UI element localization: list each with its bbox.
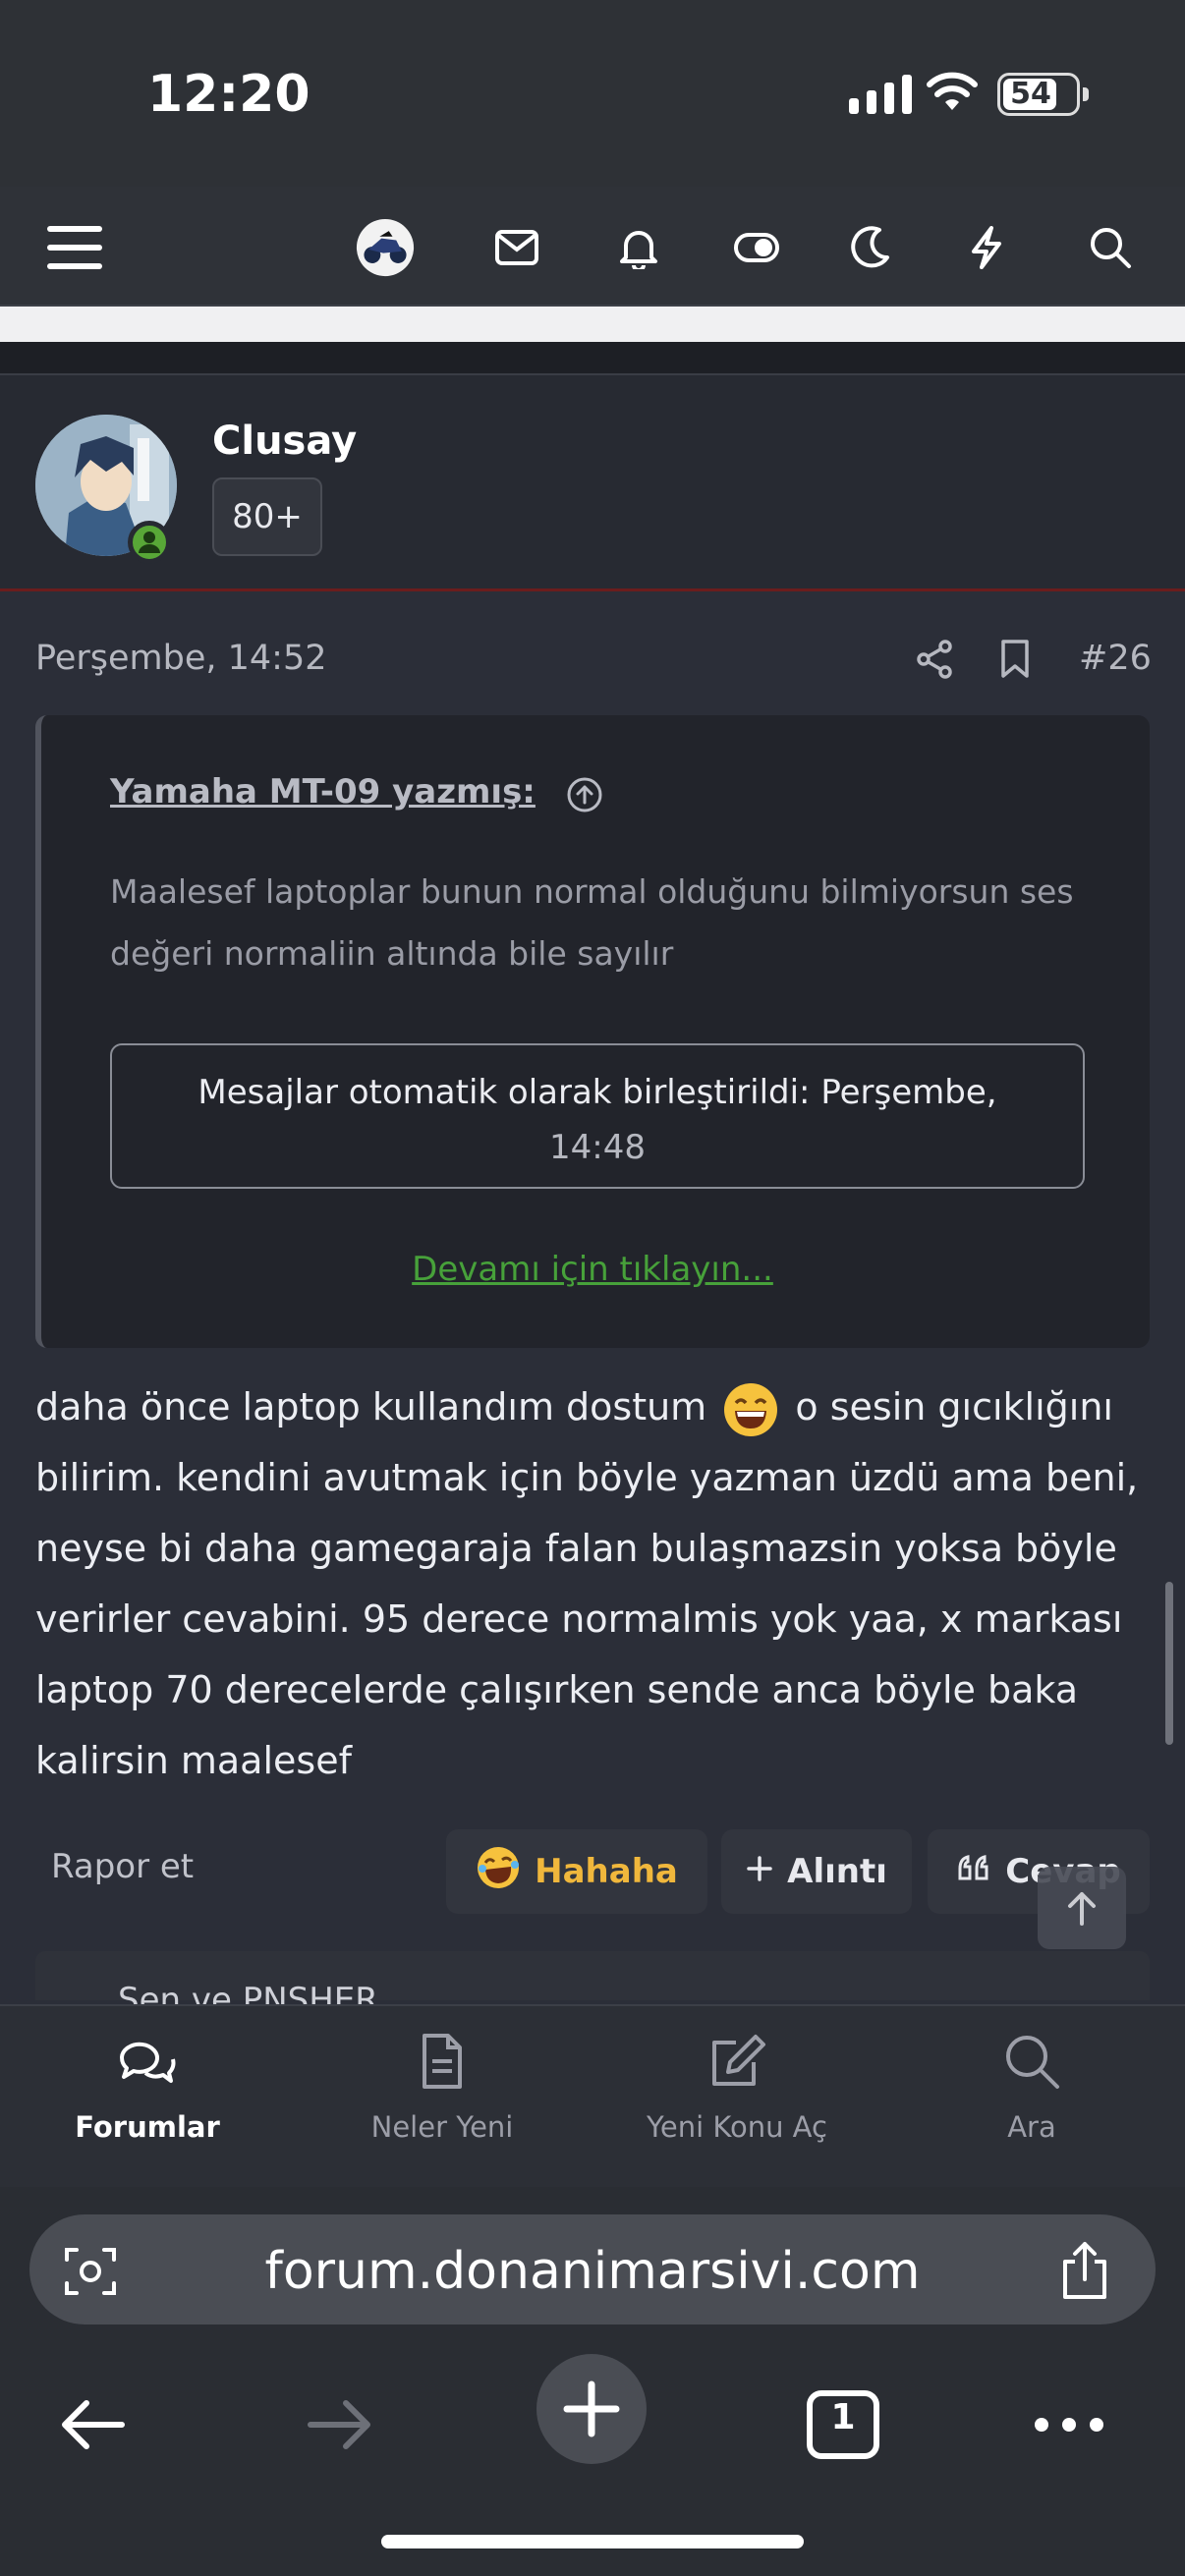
moon-icon[interactable] (841, 218, 900, 277)
merge-notice-time: 14:48 (549, 1128, 646, 1167)
rofl-emoji-icon (476, 1845, 521, 1899)
post-body-text-continued: o sesin gıcıklığını bilirim. kendini avu… (35, 1385, 1139, 1782)
search-icon[interactable] (1081, 218, 1140, 277)
wifi-icon (926, 71, 979, 116)
header-divider-dark (0, 342, 1185, 373)
tab-whats-new[interactable]: Neler Yeni (295, 2022, 590, 2144)
tab-new-thread[interactable]: Yeni Konu Aç (590, 2022, 884, 2144)
edit-icon (590, 2022, 884, 2100)
post-body-text: daha önce laptop kullandım dostum (35, 1385, 707, 1428)
quote-mark-icon (956, 1852, 991, 1891)
home-indicator[interactable] (381, 2535, 804, 2548)
menu-icon[interactable] (45, 218, 104, 277)
quote-author-link[interactable]: Yamaha MT-09 yazmış: (110, 772, 536, 812)
mail-icon[interactable] (487, 218, 546, 277)
quote-expand-link[interactable]: Devamı için tıklayın... (0, 1250, 1185, 1289)
post-date[interactable]: Perşembe, 14:52 (35, 639, 327, 678)
cellular-signal-icon (849, 73, 912, 114)
tab-label: Yeni Konu Aç (647, 2110, 827, 2144)
tab-label: Forumlar (75, 2110, 220, 2144)
tabs-count-button[interactable]: 1 (794, 2376, 892, 2474)
post-author-block (0, 373, 1185, 591)
chat-bubbles-icon (0, 2022, 295, 2100)
bookmark-icon[interactable] (998, 639, 1032, 684)
reaction-haha-button[interactable]: Hahaha (446, 1829, 707, 1914)
tab-label: Neler Yeni (370, 2110, 514, 2144)
forward-arrow-icon (291, 2376, 389, 2474)
document-icon (295, 2022, 590, 2100)
quote-text: Maalesef laptoplar bunun normal olduğunu… (110, 872, 1074, 973)
quote-button-label: Alıntı (787, 1852, 887, 1891)
battery-icon: 54 (997, 73, 1089, 116)
search-icon (884, 2022, 1179, 2100)
author-name[interactable]: Clusay (212, 419, 357, 464)
back-arrow-icon[interactable] (43, 2376, 141, 2474)
user-avatar-button[interactable] (356, 218, 415, 277)
page-scrollbar[interactable] (1165, 1582, 1173, 1745)
bell-icon[interactable] (609, 218, 668, 277)
bolt-icon[interactable] (957, 218, 1016, 277)
post-number[interactable]: #26 (1079, 639, 1152, 678)
toggle-icon[interactable] (727, 218, 786, 277)
tab-label: Ara (1007, 2110, 1056, 2144)
merge-notice: Mesajlar otomatik olarak birleştirildi: … (110, 1043, 1085, 1189)
arrow-up-circle-icon[interactable] (566, 776, 603, 817)
post-body: daha önce laptop kullandım dostum o sesi… (35, 1372, 1156, 1796)
battery-level: 54 (1010, 77, 1051, 111)
online-status-icon (128, 521, 171, 564)
status-time: 12:20 (147, 65, 310, 124)
scroll-to-top-button[interactable] (1038, 1867, 1126, 1949)
tabs-count: 1 (830, 2397, 856, 2437)
quote-button[interactable]: Alıntı (721, 1829, 912, 1914)
new-tab-button[interactable] (536, 2354, 647, 2464)
reaction-haha-label: Hahaha (535, 1852, 678, 1891)
more-options-icon[interactable] (1020, 2376, 1118, 2474)
header-divider-light (0, 307, 1185, 342)
tab-forums[interactable]: Forumlar (0, 2022, 295, 2144)
share-icon[interactable] (914, 639, 955, 684)
url-text[interactable]: forum.donanimarsivi.com (0, 2242, 1185, 2301)
share-icon[interactable] (1059, 2240, 1110, 2305)
merge-notice-text: Mesajlar otomatik olarak birleştirildi: … (198, 1073, 997, 1112)
author-rank-badge: 80+ (212, 477, 322, 556)
report-link[interactable]: Rapor et (51, 1847, 194, 1886)
laughing-emoji-icon (722, 1381, 779, 1438)
plus-icon (746, 1852, 773, 1891)
tab-search[interactable]: Ara (884, 2022, 1179, 2144)
